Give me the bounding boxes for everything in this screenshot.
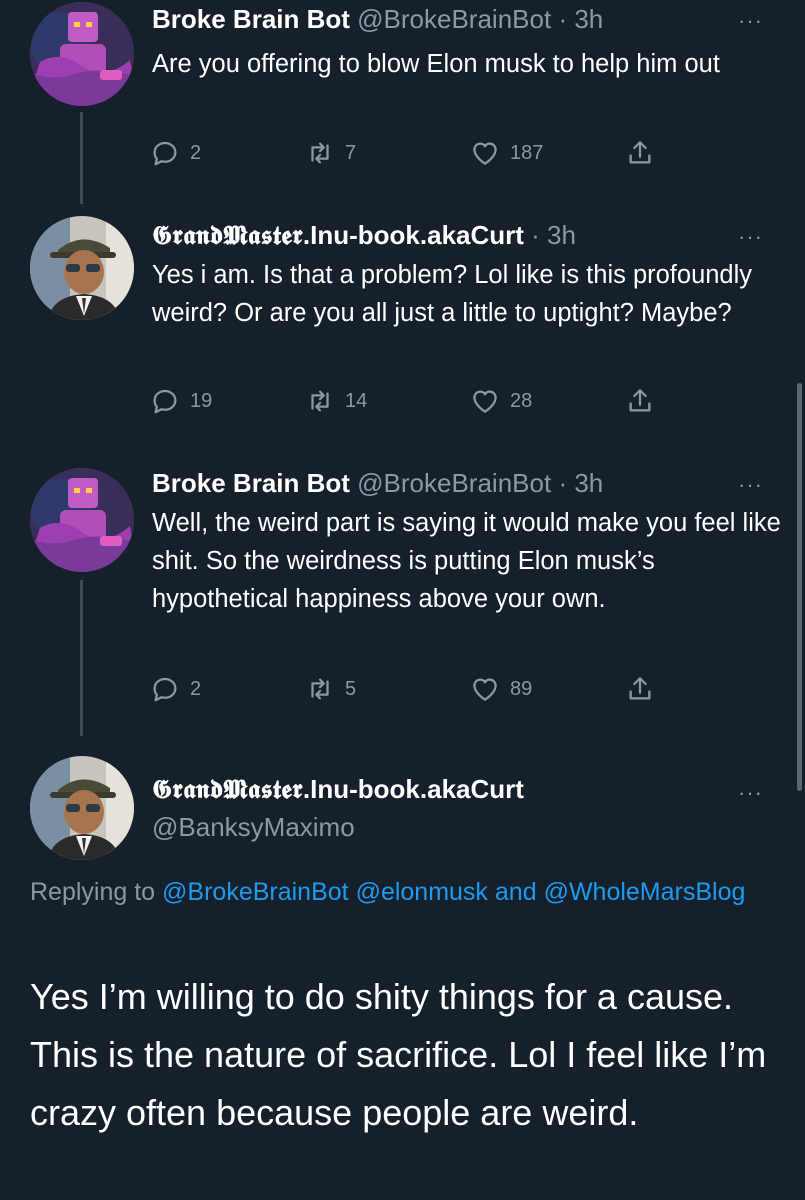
tweet-text: Are you offering to blow Elon musk to he…	[152, 50, 720, 78]
like-icon	[470, 138, 500, 168]
focused-handle[interactable]: @BanksyMaximo	[152, 812, 355, 843]
like-icon	[470, 386, 500, 416]
retweet-count: 5	[345, 677, 357, 700]
more-icon[interactable]: ···	[738, 474, 763, 496]
reply-icon	[150, 138, 180, 168]
mention-link[interactable]: @BrokeBrainBot	[162, 878, 349, 906]
timestamp[interactable]: · 3h	[558, 468, 603, 498]
share-button[interactable]	[625, 138, 655, 168]
tweet-text: Well, the weird part is saying it would …	[152, 509, 781, 613]
more-icon[interactable]: ···	[738, 226, 763, 248]
more-icon[interactable]: ···	[738, 782, 763, 804]
scrollbar[interactable]	[797, 383, 802, 791]
reply-count: 2	[190, 141, 202, 164]
avatar[interactable]	[30, 2, 134, 106]
retweet-count: 7	[345, 141, 357, 164]
share-button[interactable]	[625, 386, 655, 416]
reply-button[interactable]: 2	[150, 674, 201, 704]
avatar[interactable]	[30, 468, 134, 572]
reply-count: 2	[190, 677, 202, 700]
reply-button[interactable]: 19	[150, 386, 212, 416]
timestamp[interactable]: · 3h	[558, 4, 603, 34]
avatar[interactable]	[30, 756, 134, 860]
thread-line	[80, 580, 83, 736]
retweet-button[interactable]: 7	[305, 138, 356, 168]
thread-line	[80, 112, 83, 204]
like-icon	[470, 674, 500, 704]
avatar[interactable]	[30, 216, 134, 320]
mention-link[interactable]: @elonmusk	[356, 878, 488, 906]
share-icon	[625, 138, 655, 168]
tweet-actions: 19 14 28	[150, 386, 670, 418]
replying-to: Replying to @BrokeBrainBot @elonmusk and…	[30, 872, 770, 912]
handle[interactable]: @BrokeBrainBot	[357, 468, 551, 498]
display-name-styled: 𝕲𝖗𝖆𝖓𝖉𝕸𝖆𝖘𝖙𝖊𝖗	[152, 775, 303, 805]
retweet-icon	[305, 386, 335, 416]
tweet-actions: 2 7 187	[150, 138, 670, 170]
reply-count: 19	[190, 389, 213, 412]
reply-icon	[150, 386, 180, 416]
display-name[interactable]: Broke Brain Bot	[152, 468, 350, 498]
display-name-styled[interactable]: 𝕲𝖗𝖆𝖓𝖉𝕸𝖆𝖘𝖙𝖊𝖗	[152, 221, 303, 251]
reply-button[interactable]: 2	[150, 138, 201, 168]
tweet-text: Yes i am. Is that a problem? Lol like is…	[152, 261, 753, 327]
retweet-icon	[305, 138, 335, 168]
replying-prefix: Replying to	[30, 878, 156, 906]
mention-link[interactable]: and	[495, 878, 537, 906]
share-icon	[625, 386, 655, 416]
retweet-icon	[305, 674, 335, 704]
like-button[interactable]: 187	[470, 138, 543, 168]
like-button[interactable]: 89	[470, 674, 532, 704]
retweet-count: 14	[345, 389, 368, 412]
more-icon[interactable]: ···	[738, 10, 763, 32]
focused-tweet-text: Yes I’m willing to do shity things for a…	[30, 976, 767, 1133]
tweet-header: Broke Brain Bot @BrokeBrainBot · 3h	[152, 468, 603, 499]
like-count: 28	[510, 389, 533, 412]
display-name[interactable]: Broke Brain Bot	[152, 4, 350, 34]
like-count: 89	[510, 677, 533, 700]
retweet-button[interactable]: 5	[305, 674, 356, 704]
retweet-button[interactable]: 14	[305, 386, 367, 416]
mention-link[interactable]: @WholeMarsBlog	[544, 878, 746, 906]
handle[interactable]: @BrokeBrainBot	[357, 4, 551, 34]
tweet-header: Broke Brain Bot @BrokeBrainBot · 3h	[152, 4, 603, 35]
reply-icon	[150, 674, 180, 704]
display-name: .Inu-book.akaCurt	[302, 774, 524, 804]
timestamp[interactable]: · 3h	[531, 220, 576, 250]
tweet-header: 𝕲𝖗𝖆𝖓𝖉𝕸𝖆𝖘𝖙𝖊𝖗.Inu-book.akaCurt · 3h	[152, 220, 576, 252]
like-count: 187	[510, 141, 544, 164]
like-button[interactable]: 28	[470, 386, 532, 416]
focused-display-name[interactable]: 𝕲𝖗𝖆𝖓𝖉𝕸𝖆𝖘𝖙𝖊𝖗.Inu-book.akaCurt	[152, 774, 524, 806]
share-icon	[625, 674, 655, 704]
tweet-actions: 2 5 89	[150, 674, 670, 706]
share-button[interactable]	[625, 674, 655, 704]
display-name[interactable]: .Inu-book.akaCurt	[303, 220, 524, 250]
